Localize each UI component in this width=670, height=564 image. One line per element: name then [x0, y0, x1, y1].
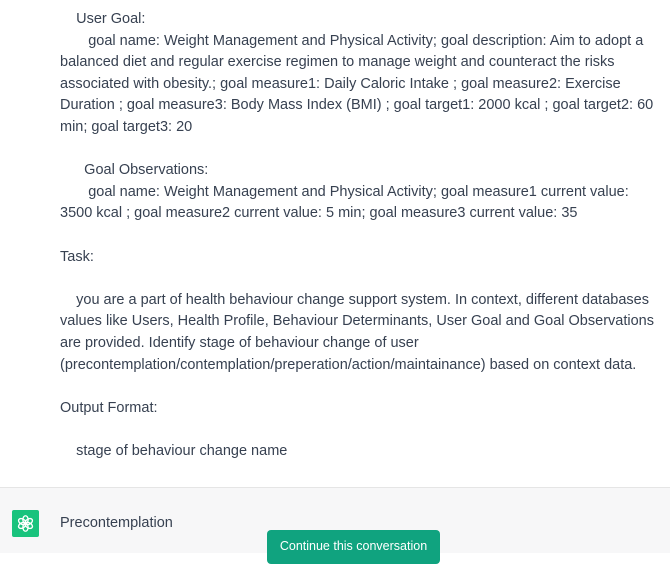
openai-logo-icon — [17, 515, 34, 532]
user-message: User Goal: goal name: Weight Management … — [0, 0, 670, 487]
user-message-text: User Goal: goal name: Weight Management … — [60, 11, 654, 459]
assistant-avatar — [12, 510, 39, 537]
assistant-message-text: Precontemplation — [60, 515, 173, 531]
continue-conversation-button[interactable]: Continue this conversation — [267, 530, 440, 564]
